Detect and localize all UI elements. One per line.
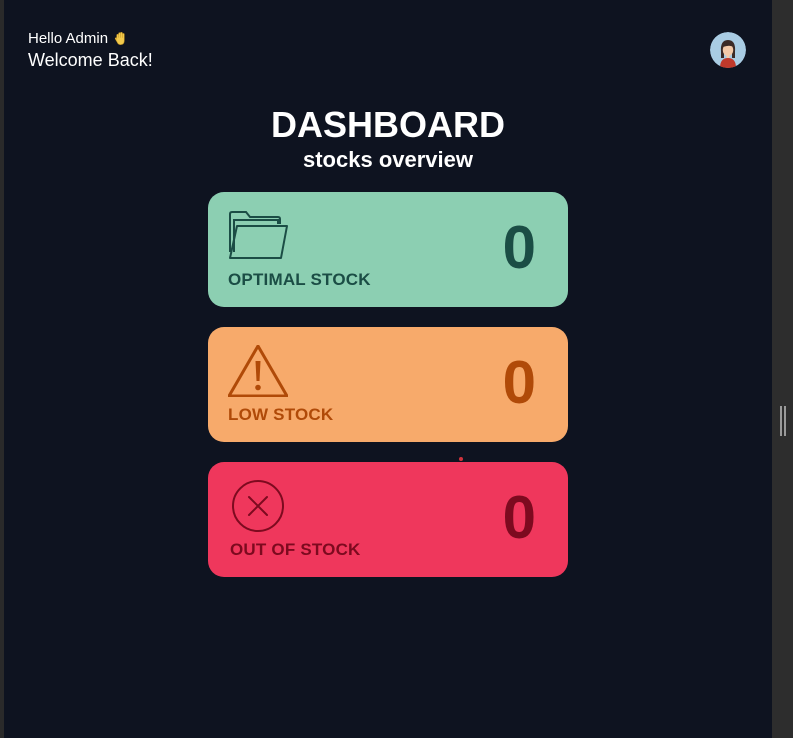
scroll-gutter — [772, 0, 793, 738]
resize-handle-bar — [780, 406, 782, 436]
x-circle-icon — [228, 480, 288, 532]
card-count: 0 — [502, 214, 536, 281]
dashboard-app: Hello Admin Welcome Back! DASHBOARD stoc… — [4, 0, 772, 738]
resize-handle-bar — [784, 406, 786, 436]
welcome-text: Welcome Back! — [28, 50, 153, 70]
waving-hand-icon — [113, 31, 128, 48]
card-count: 0 — [502, 349, 536, 416]
greeting-line: Hello Admin — [28, 30, 153, 48]
low-stock-card[interactable]: LOW STOCK 0 — [208, 327, 568, 442]
user-avatar-icon[interactable] — [710, 32, 746, 68]
card-label: OPTIMAL STOCK — [228, 270, 371, 289]
decorative-dot — [459, 457, 463, 461]
resize-handle[interactable] — [780, 406, 786, 436]
page-subtitle: stocks overview — [303, 147, 473, 172]
greeting-text: Hello Admin — [28, 30, 109, 47]
out-of-stock-card[interactable]: OUT OF STOCK 0 — [208, 462, 568, 577]
optimal-stock-card[interactable]: OPTIMAL STOCK 0 — [208, 192, 568, 307]
card-label: OUT OF STOCK — [230, 540, 361, 559]
card-label: LOW STOCK — [228, 405, 334, 424]
folder-icon — [228, 210, 288, 262]
warning-icon — [227, 344, 289, 398]
greeting: Hello Admin Welcome Back! — [28, 30, 153, 71]
card-count: 0 — [502, 484, 536, 551]
page-title: DASHBOARD — [271, 104, 505, 145]
